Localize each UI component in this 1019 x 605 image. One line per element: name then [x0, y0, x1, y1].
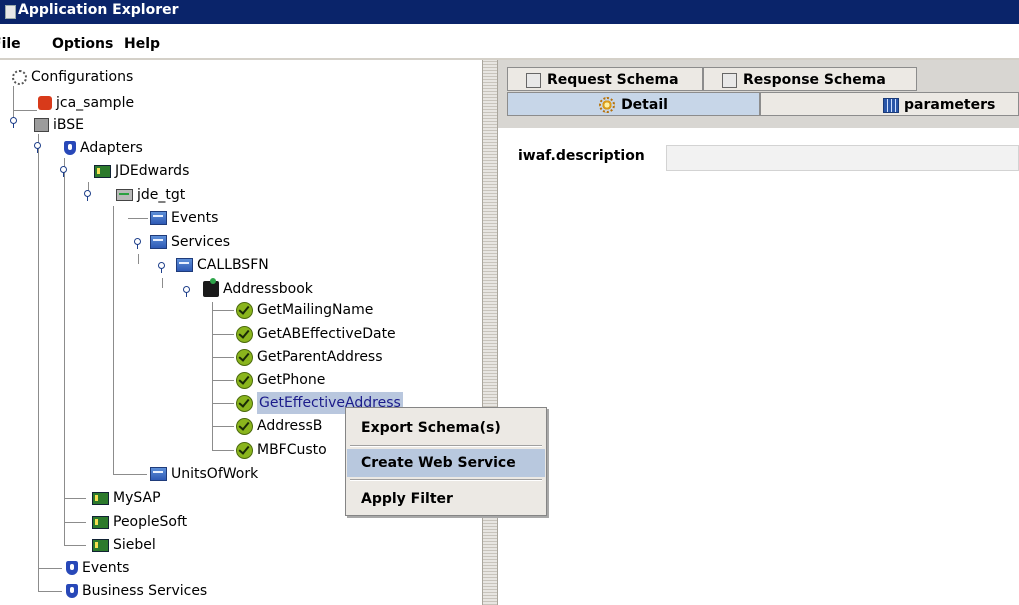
tree-connector	[212, 426, 234, 427]
pane-splitter[interactable]	[482, 60, 498, 605]
jca-config-icon	[38, 96, 52, 110]
apply-filter-menu-item[interactable]: Apply Filter	[347, 485, 545, 513]
adapter-shield-icon	[64, 141, 76, 155]
detail-gear-icon	[599, 97, 616, 113]
check-icon	[236, 325, 253, 343]
tree-connector	[128, 218, 148, 219]
tree-connector	[212, 380, 234, 381]
tree-node-adapters[interactable]: Adapters	[64, 137, 143, 159]
tree-node-method[interactable]: GetMailingName	[236, 299, 373, 321]
tree-node-events[interactable]: Events	[150, 207, 218, 229]
tree-connector	[38, 568, 62, 569]
adapter-board-icon	[92, 538, 109, 552]
adapter-board-icon	[92, 515, 109, 529]
tree-node-peoplesoft[interactable]: PeopleSoft	[92, 511, 187, 533]
adapter-board-icon	[92, 491, 109, 505]
tab-request-schema[interactable]: Request Schema	[507, 67, 703, 91]
tree-node-method[interactable]: AddressB	[236, 415, 322, 437]
tree-node-jdedwards[interactable]: JDEdwards	[94, 160, 189, 182]
callbsfn-folder-icon	[176, 258, 193, 272]
tree-node-services[interactable]: Services	[150, 231, 230, 253]
check-icon	[236, 371, 253, 389]
tree-node-ibse[interactable]: iBSE	[34, 114, 84, 136]
events-shield-icon	[66, 561, 78, 575]
adapter-board-icon	[94, 164, 111, 178]
collapse-handle-addressbook[interactable]	[183, 286, 191, 297]
tree-connector	[38, 591, 62, 592]
tree-connector	[113, 474, 147, 475]
check-icon	[236, 417, 253, 435]
context-menu: Export Schema(s) Create Web Service Appl…	[345, 407, 547, 516]
target-server-icon	[116, 189, 133, 201]
window-title: Application Explorer	[18, 2, 179, 18]
check-icon	[236, 348, 253, 366]
export-schema-menu-item[interactable]: Export Schema(s)	[347, 414, 545, 442]
schema-document-icon	[526, 72, 541, 88]
events-folder-icon	[150, 211, 167, 225]
collapse-handle-jdedwards[interactable]	[60, 166, 68, 177]
tree-node-method[interactable]: GetPhone	[236, 369, 325, 391]
tree-node-callbsfn[interactable]: CALLBSFN	[176, 254, 269, 276]
tree-connector	[162, 278, 163, 288]
tree-node-ibse-events[interactable]: Events	[66, 557, 129, 579]
menu-bar: File Options Help	[0, 32, 1019, 58]
tree-connector	[38, 134, 39, 592]
gear-icon	[12, 69, 27, 85]
tree-connector	[64, 158, 65, 545]
tree-connector	[64, 498, 86, 499]
tree-connector	[212, 403, 234, 404]
menu-help[interactable]: Help	[124, 36, 160, 52]
app-icon	[5, 5, 16, 19]
menu-file[interactable]: File	[0, 36, 21, 52]
tree-connector	[212, 302, 213, 450]
schema-document-icon	[722, 72, 737, 88]
tab-response-schema[interactable]: Response Schema	[703, 67, 917, 91]
tree-connector	[64, 545, 86, 546]
collapse-handle-adapters[interactable]	[34, 142, 42, 153]
parameters-grid-icon	[883, 97, 899, 113]
tree-connector	[138, 254, 139, 264]
tree-node-unitsofwork[interactable]: UnitsOfWork	[150, 463, 258, 485]
tree-node-method[interactable]: MBFCusto	[236, 439, 327, 461]
tree-node-business-services[interactable]: Business Services	[66, 580, 207, 602]
tree-connector	[212, 310, 234, 311]
property-label: iwaf.description	[518, 148, 645, 164]
collapse-handle-services[interactable]	[134, 238, 142, 249]
collapse-handle-ibse[interactable]	[10, 117, 18, 128]
tree-connector	[13, 110, 37, 111]
tab-parameters[interactable]: parameters	[760, 92, 1019, 116]
tree-connector	[212, 357, 234, 358]
check-icon	[236, 301, 253, 319]
services-shield-icon	[66, 584, 78, 598]
menu-options[interactable]: Options	[52, 36, 113, 52]
tree-node-jde-tgt[interactable]: jde_tgt	[116, 184, 185, 206]
tree-connector	[64, 522, 86, 523]
tree-node-jca-sample[interactable]: jca_sample	[38, 92, 134, 114]
tab-detail[interactable]: Detail	[507, 92, 760, 116]
tree-node-siebel[interactable]: Siebel	[92, 534, 156, 556]
tree-node-method[interactable]: GetABEffectiveDate	[236, 323, 396, 345]
menu-divider	[350, 479, 542, 481]
tree-node-addressbook[interactable]: Addressbook	[203, 278, 313, 300]
tree-node-mysap[interactable]: MySAP	[92, 487, 161, 509]
tree-connector	[212, 334, 234, 335]
business-function-icon	[203, 278, 219, 297]
create-web-service-menu-item[interactable]: Create Web Service	[347, 449, 545, 477]
collapse-handle-callbsfn[interactable]	[158, 262, 166, 273]
title-bar: Application Explorer	[0, 0, 1019, 24]
detail-panel	[498, 128, 1019, 605]
ibse-icon	[34, 118, 49, 132]
property-value-field[interactable]	[666, 145, 1019, 171]
tree-node-configurations[interactable]: Configurations	[12, 66, 133, 88]
check-icon	[236, 441, 253, 459]
tree-node-method[interactable]: GetParentAddress	[236, 346, 383, 368]
services-folder-icon	[150, 235, 167, 249]
check-icon	[236, 394, 253, 412]
tree-connector	[212, 450, 234, 451]
tree-connector	[113, 206, 114, 474]
menu-divider	[350, 445, 542, 447]
collapse-handle-jde-tgt[interactable]	[84, 190, 92, 201]
units-folder-icon	[150, 467, 167, 481]
